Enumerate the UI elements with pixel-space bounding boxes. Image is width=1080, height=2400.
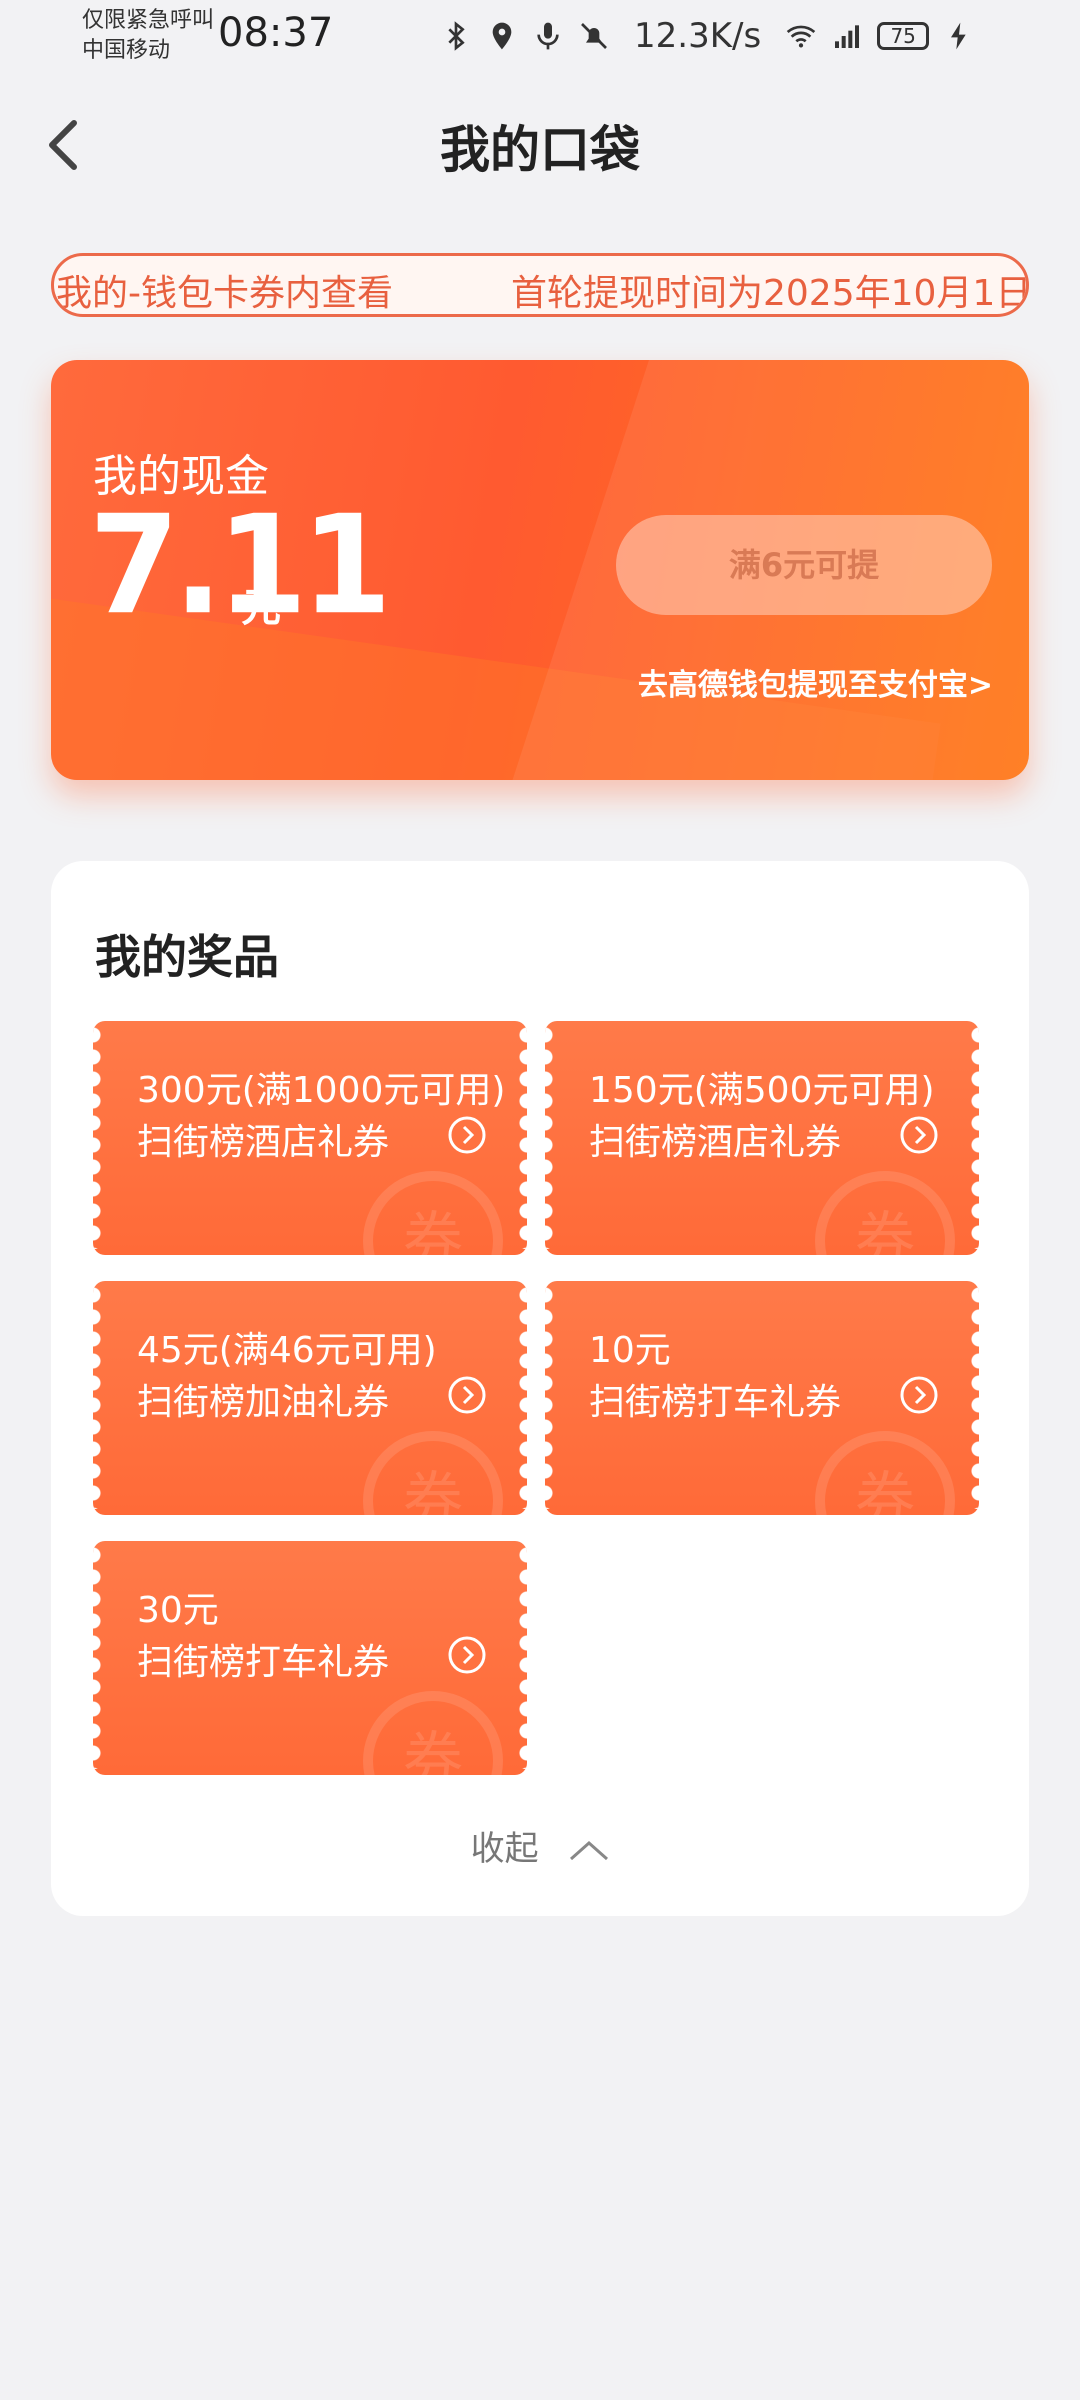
charging-icon bbox=[951, 22, 966, 50]
coupon-amount: 45元(满46元可用) bbox=[137, 1330, 437, 1371]
status-bar: 仅限紧急呼叫 中国移动 08:37 12.3K/s 75 bbox=[0, 0, 1080, 80]
prizes-section: 我的奖品 券 300元(满1000元可用) 扫街榜酒店礼券 券 150元(满50… bbox=[51, 861, 1029, 1916]
cash-unit: 元 bbox=[241, 585, 281, 631]
coupon-card[interactable]: 券 45元(满46元可用) 扫街榜加油礼券 bbox=[93, 1281, 527, 1515]
chevron-right-circle-icon[interactable] bbox=[447, 1115, 487, 1155]
carrier-name: 中国移动 bbox=[82, 38, 171, 63]
collapse-label: 收起 bbox=[470, 1829, 539, 1869]
coupon-amount: 150元(满500元可用) bbox=[589, 1070, 935, 1111]
withdraw-button[interactable]: 满6元可提 bbox=[616, 515, 992, 615]
coupon-amount: 300元(满1000元可用) bbox=[137, 1070, 506, 1111]
mic-icon bbox=[537, 22, 559, 50]
page-title: 我的口袋 bbox=[440, 121, 640, 179]
coupon-card[interactable]: 券 150元(满500元可用) 扫街榜酒店礼券 bbox=[545, 1021, 979, 1255]
chevron-right-circle-icon[interactable] bbox=[447, 1635, 487, 1675]
prizes-title: 我的奖品 bbox=[95, 930, 279, 984]
notice-text-1: 我的-钱包卡券内查看 bbox=[56, 273, 393, 314]
notice-text-2: 首轮提现时间为2025年10月1日 bbox=[511, 273, 1029, 314]
coupon-card[interactable]: 券 10元 扫街榜打车礼券 bbox=[545, 1281, 979, 1515]
wallet-withdraw-link[interactable]: 去高德钱包提现至支付宝> bbox=[638, 660, 993, 704]
cash-card: 我的现金 7.11 元 满6元可提 去高德钱包提现至支付宝> bbox=[51, 360, 1029, 780]
notice-marquee: 我的-钱包卡券内查看 首轮提现时间为2025年10月1日 bbox=[51, 253, 1029, 317]
coupon-watermark: 券 bbox=[815, 1171, 955, 1255]
network-speed: 12.3K/s bbox=[634, 16, 762, 56]
carrier-info: 仅限紧急呼叫 中国移动 bbox=[82, 6, 214, 66]
status-icons: 12.3K/s 75 bbox=[440, 14, 975, 58]
cash-amount: 7.11 bbox=[89, 485, 392, 645]
signal-icon bbox=[835, 25, 860, 48]
collapse-button[interactable]: 收起 bbox=[51, 1821, 1029, 1870]
wifi-icon bbox=[786, 25, 816, 48]
coupon-name: 扫街榜加油礼券 bbox=[137, 1382, 390, 1423]
coupon-card[interactable]: 券 30元 扫街榜打车礼券 bbox=[93, 1541, 527, 1775]
coupon-watermark: 券 bbox=[363, 1171, 503, 1255]
bluetooth-icon bbox=[448, 21, 465, 51]
location-icon bbox=[492, 22, 512, 50]
coupon-card[interactable]: 券 300元(满1000元可用) 扫街榜酒店礼券 bbox=[93, 1021, 527, 1255]
coupon-watermark: 券 bbox=[363, 1691, 503, 1775]
status-time: 08:37 bbox=[218, 10, 334, 56]
chevron-up-icon bbox=[570, 1840, 609, 1860]
coupon-watermark: 券 bbox=[815, 1431, 955, 1515]
coupon-name: 扫街榜酒店礼券 bbox=[589, 1122, 842, 1163]
coupon-name: 扫街榜打车礼券 bbox=[589, 1382, 842, 1423]
carrier-emergency: 仅限紧急呼叫 bbox=[82, 8, 215, 33]
chevron-right-circle-icon[interactable] bbox=[447, 1375, 487, 1415]
nav-bar: 我的口袋 bbox=[0, 100, 1080, 190]
chevron-right-circle-icon[interactable] bbox=[899, 1115, 939, 1155]
battery-indicator: 75 bbox=[877, 22, 930, 50]
coupon-name: 扫街榜打车礼券 bbox=[137, 1642, 390, 1683]
coupon-watermark: 券 bbox=[363, 1431, 503, 1515]
chevron-right-circle-icon[interactable] bbox=[899, 1375, 939, 1415]
coupon-amount: 10元 bbox=[589, 1330, 671, 1371]
coupon-name: 扫街榜酒店礼券 bbox=[137, 1122, 390, 1163]
coupon-amount: 30元 bbox=[137, 1590, 219, 1631]
mute-bell-icon bbox=[581, 23, 607, 49]
